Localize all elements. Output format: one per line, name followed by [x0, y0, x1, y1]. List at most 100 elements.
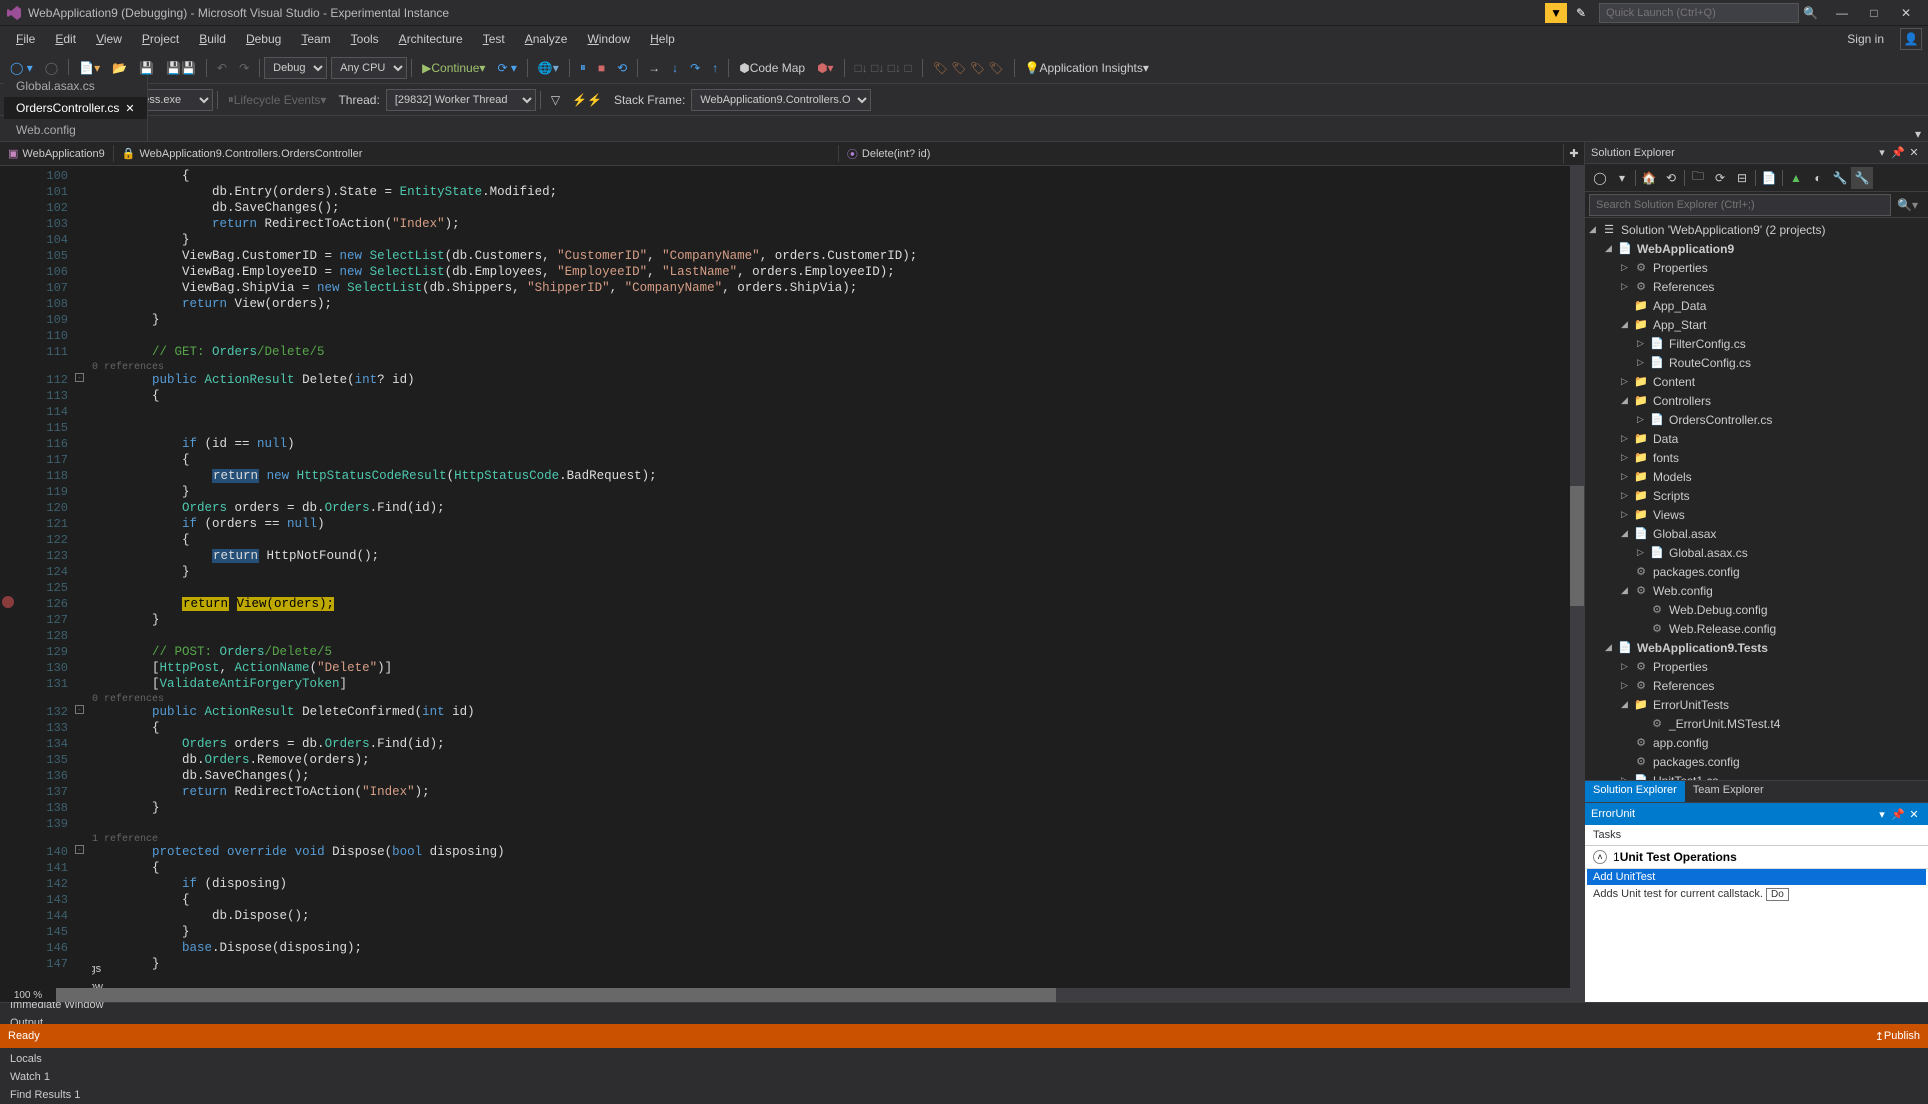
close-button[interactable]: ✕	[1890, 3, 1922, 23]
search-icon[interactable]: 🔍▾	[1891, 198, 1924, 212]
tree-node-controllers[interactable]: ◢📁Controllers	[1585, 391, 1928, 410]
step-into-button[interactable]: ↓	[666, 58, 684, 78]
tree-node-scripts[interactable]: ▷📁Scripts	[1585, 486, 1928, 505]
tree-node-packages-config[interactable]: ⚙packages.config	[1585, 562, 1928, 581]
sync-icon[interactable]: ⟲	[1660, 167, 1682, 189]
fold-button[interactable]: -	[75, 845, 84, 854]
threads-icon[interactable]: ⚡⚡	[566, 90, 608, 110]
feedback-icon[interactable]: ✎	[1571, 3, 1591, 23]
menu-analyze[interactable]: Analyze	[515, 28, 578, 50]
browser-icon[interactable]: 🌐▾	[532, 58, 565, 78]
fold-button[interactable]: -	[75, 373, 84, 382]
errorunit-operation-row[interactable]: ˄ 1 Unit Test Operations	[1585, 846, 1928, 869]
errorunit-close[interactable]: ✕	[1906, 808, 1922, 821]
breakpoint-icon[interactable]	[2, 596, 14, 608]
stack-frame-dropdown[interactable]: WebApplication9.Controllers.OrdersContr	[691, 89, 871, 111]
thread-dropdown[interactable]: [29832] Worker Thread	[386, 89, 536, 111]
tree-node-web-release-config[interactable]: ⚙Web.Release.config	[1585, 619, 1928, 638]
continue-button[interactable]: ▶ Continue ▾	[416, 58, 491, 78]
preview-icon[interactable]: ◐	[1807, 167, 1829, 189]
back-icon[interactable]: ◯	[1589, 167, 1611, 189]
code-area[interactable]: { db.Entry(orders).State = EntityState.M…	[92, 166, 1584, 1002]
fold-button[interactable]: -	[75, 705, 84, 714]
panel-close-button[interactable]: ✕	[1906, 146, 1922, 159]
platform-dropdown[interactable]: Any CPU	[331, 57, 407, 79]
horizontal-scrollbar[interactable]	[56, 988, 1584, 1002]
zoom-display[interactable]: 100 %	[0, 988, 56, 1002]
menu-edit[interactable]: Edit	[45, 28, 86, 50]
solution-search-input[interactable]	[1589, 194, 1891, 216]
codemap-icon[interactable]: ⬢▾	[811, 58, 840, 78]
add-unittest-command[interactable]: Add UnitTest	[1587, 869, 1926, 885]
pause-button[interactable]: ⏸	[574, 57, 592, 78]
tree-node-filterconfig-cs[interactable]: ▷📄FilterConfig.cs	[1585, 334, 1928, 353]
tree-node-routeconfig-cs[interactable]: ▷📄RouteConfig.cs	[1585, 353, 1928, 372]
publish-button[interactable]: ↥ Publish	[1875, 1030, 1920, 1043]
panel-options-button[interactable]: ▾	[1874, 146, 1890, 159]
tabs-overflow-button[interactable]: ▾	[1908, 127, 1928, 141]
tree-node-fonts[interactable]: ▷📁fonts	[1585, 448, 1928, 467]
redo-button[interactable]: ↷	[233, 58, 255, 78]
config-dropdown[interactable]: Debug	[264, 57, 327, 79]
tab-team-explorer[interactable]: Team Explorer	[1685, 781, 1772, 802]
menu-window[interactable]: Window	[577, 28, 640, 50]
tree-node-webapplication9[interactable]: ◢📄WebApplication9	[1585, 239, 1928, 258]
menu-tools[interactable]: Tools	[341, 28, 389, 50]
tree-node-web-debug-config[interactable]: ⚙Web.Debug.config	[1585, 600, 1928, 619]
tree-node-_errorunit-mstest-t4[interactable]: ⚙_ErrorUnit.MSTest.t4	[1585, 714, 1928, 733]
tree-node-properties[interactable]: ▷⚙Properties	[1585, 657, 1928, 676]
sign-in-link[interactable]: Sign in	[1837, 28, 1894, 50]
crumb-method[interactable]: ⦿Delete(int? id)	[839, 144, 1564, 164]
errorunit-pin[interactable]: 📌	[1890, 808, 1906, 821]
solution-node[interactable]: ◢☰Solution 'WebApplication9' (2 projects…	[1585, 220, 1928, 239]
menu-test[interactable]: Test	[473, 28, 515, 50]
quick-launch-input[interactable]	[1599, 3, 1799, 23]
close-icon[interactable]: ✕	[125, 103, 134, 115]
tree-node-references[interactable]: ▷⚙References	[1585, 676, 1928, 695]
user-icon[interactable]: 👤	[1900, 28, 1922, 50]
tree-node-global-asax-cs[interactable]: ▷📄Global.asax.cs	[1585, 543, 1928, 562]
collapse-icon[interactable]: ⊟	[1731, 167, 1753, 189]
fwd-icon[interactable]: ▾	[1611, 167, 1633, 189]
tree-node-errorunittests[interactable]: ◢📁ErrorUnitTests	[1585, 695, 1928, 714]
bottom-tab-watch-1[interactable]: Watch 1	[0, 1068, 114, 1086]
menu-file[interactable]: File	[6, 28, 45, 50]
tree-node-app_start[interactable]: ◢📁App_Start	[1585, 315, 1928, 334]
errorunit-options[interactable]: ▾	[1874, 808, 1890, 821]
showall-icon[interactable]: 📄	[1758, 167, 1780, 189]
do-button[interactable]: Do	[1766, 888, 1789, 901]
restart-button[interactable]: ⟲	[611, 58, 633, 78]
codemap-button[interactable]: ⬢ Code Map	[733, 58, 811, 78]
tab-orderscontroller-cs[interactable]: OrdersController.cs✕	[4, 97, 148, 119]
tree-node-webapplication9-tests[interactable]: ◢📄WebApplication9.Tests	[1585, 638, 1928, 657]
tab-web-config[interactable]: Web.config	[4, 119, 148, 141]
bottom-tab-find-results-1[interactable]: Find Results 1	[0, 1086, 114, 1104]
tree-node-packages-config[interactable]: ⚙packages.config	[1585, 752, 1928, 771]
menu-view[interactable]: View	[86, 28, 132, 50]
menu-project[interactable]: Project	[132, 28, 189, 50]
tree-node-views[interactable]: ▷📁Views	[1585, 505, 1928, 524]
tree-node-models[interactable]: ▷📁Models	[1585, 467, 1928, 486]
triangle-icon[interactable]: ▲	[1785, 167, 1807, 189]
bookmark-group[interactable]: 🏷 🏷 🏷 🏷	[927, 58, 1010, 78]
tab-solution-explorer[interactable]: Solution Explorer	[1585, 781, 1685, 802]
step-over-button[interactable]: ↷	[684, 58, 706, 78]
tree-node-references[interactable]: ▷⚙References	[1585, 277, 1928, 296]
wrench-icon[interactable]: 🔧	[1851, 167, 1873, 189]
tree-node-global-asax[interactable]: ◢📄Global.asax	[1585, 524, 1928, 543]
tree-node-unittest1-cs[interactable]: ▷📄UnitTest1.cs	[1585, 771, 1928, 780]
crumb-project[interactable]: ▣WebApplication9	[0, 145, 114, 162]
stop-button[interactable]: ■	[592, 58, 611, 78]
menu-help[interactable]: Help	[640, 28, 685, 50]
solution-tree[interactable]: ◢☰Solution 'WebApplication9' (2 projects…	[1585, 218, 1928, 780]
menu-build[interactable]: Build	[189, 28, 236, 50]
vertical-scrollbar[interactable]	[1570, 166, 1584, 988]
refresh-icon[interactable]: ⟳	[1709, 167, 1731, 189]
tree-node-app_data[interactable]: 📁App_Data	[1585, 296, 1928, 315]
notification-badge[interactable]: ▼	[1545, 3, 1567, 23]
save-all-button[interactable]: 💾💾	[160, 58, 202, 78]
refresh-button[interactable]: ⟳ ▾	[491, 58, 522, 78]
show-next-statement-button[interactable]: →	[642, 58, 666, 78]
tree-node-properties[interactable]: ▷⚙Properties	[1585, 258, 1928, 277]
split-button[interactable]: ✚	[1564, 147, 1584, 160]
